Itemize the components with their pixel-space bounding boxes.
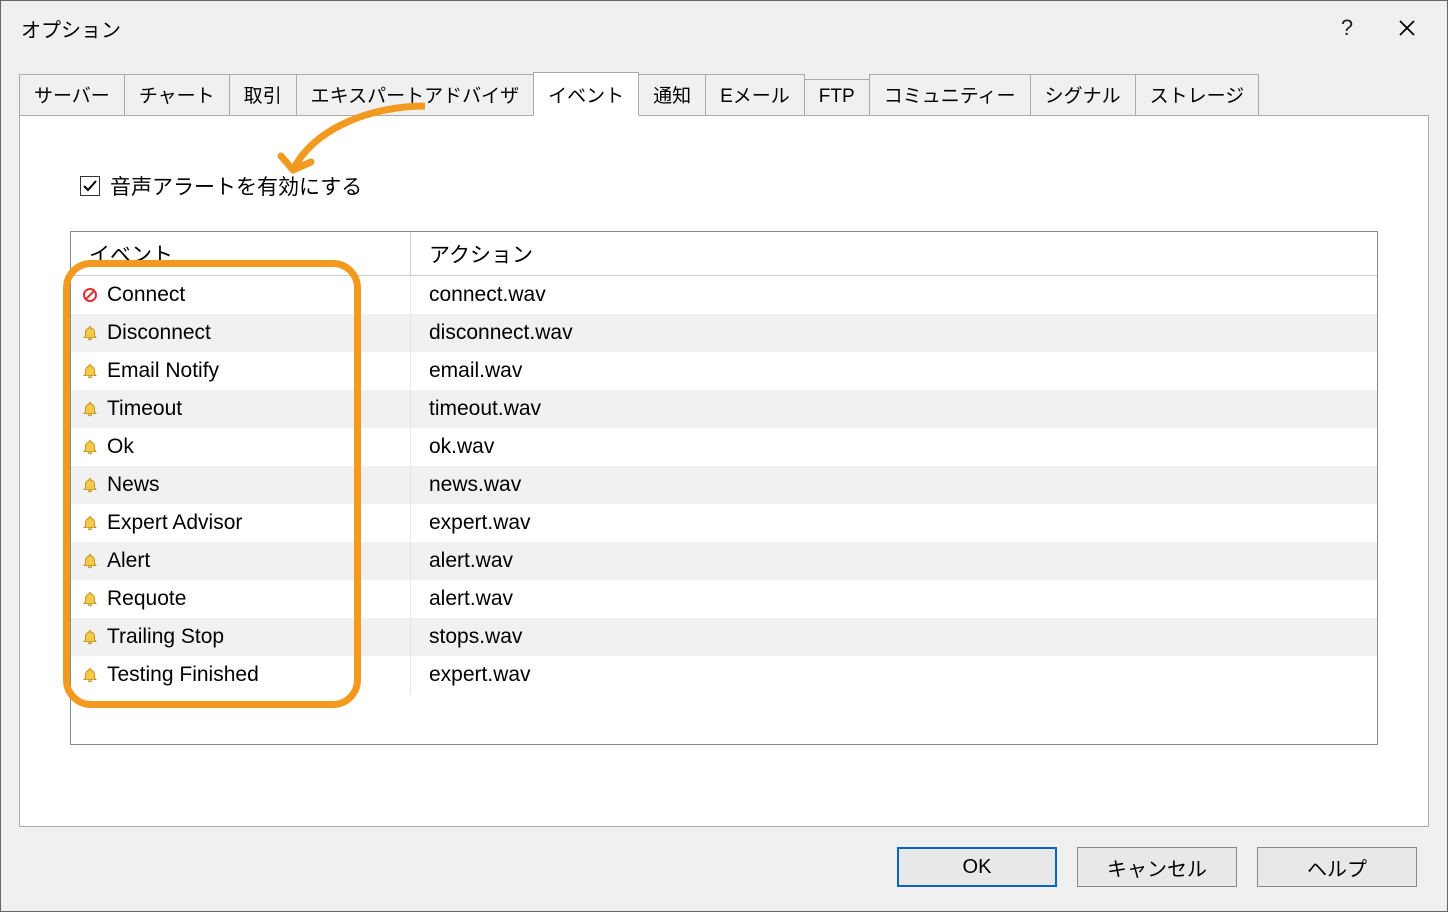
enable-sound-alerts-row[interactable]: 音声アラートを有効にする	[80, 171, 1378, 201]
bell-icon	[81, 628, 99, 646]
event-name: Connect	[107, 283, 185, 307]
enable-sound-alerts-label: 音声アラートを有効にする	[110, 171, 362, 201]
event-name: News	[107, 473, 160, 497]
event-name: Trailing Stop	[107, 625, 224, 649]
tab-9[interactable]: シグナル	[1030, 74, 1136, 115]
action-cell[interactable]: email.wav	[411, 352, 1377, 390]
event-cell[interactable]: Requote	[71, 580, 411, 618]
action-file: alert.wav	[429, 549, 513, 573]
prohibit-icon	[81, 286, 99, 304]
bell-icon	[81, 590, 99, 608]
action-file: stops.wav	[429, 625, 522, 649]
enable-sound-alerts-checkbox[interactable]	[80, 176, 100, 196]
ok-button[interactable]: OK	[897, 847, 1057, 887]
help-button[interactable]: ヘルプ	[1257, 847, 1417, 887]
table-header: イベント アクション	[71, 232, 1377, 276]
tab-0[interactable]: サーバー	[19, 74, 125, 115]
tab-7[interactable]: FTP	[804, 79, 870, 115]
action-file: email.wav	[429, 359, 522, 383]
tab-8[interactable]: コミュニティー	[869, 74, 1031, 115]
tab-3[interactable]: エキスパートアドバイザ	[296, 74, 534, 115]
action-file: ok.wav	[429, 435, 494, 459]
close-icon[interactable]	[1377, 1, 1437, 55]
tab-strip: サーバーチャート取引エキスパートアドバイザイベント通知EメールFTPコミュニティ…	[1, 55, 1447, 115]
table-row[interactable]: Testing Finished expert.wav	[71, 656, 1377, 694]
bell-icon	[81, 552, 99, 570]
tab-panel-events: 音声アラートを有効にする イベント アクション Connect connect.w…	[19, 115, 1429, 827]
table-row[interactable]: Expert Advisor expert.wav	[71, 504, 1377, 542]
action-cell[interactable]: ok.wav	[411, 428, 1377, 466]
event-cell[interactable]: Expert Advisor	[71, 504, 411, 542]
bell-icon	[81, 324, 99, 342]
bell-icon	[81, 514, 99, 532]
event-cell[interactable]: Trailing Stop	[71, 618, 411, 656]
action-file: expert.wav	[429, 511, 531, 535]
event-name: Expert Advisor	[107, 511, 242, 535]
column-header-event[interactable]: イベント	[71, 232, 411, 276]
table-row[interactable]: Email Notify email.wav	[71, 352, 1377, 390]
action-cell[interactable]: alert.wav	[411, 580, 1377, 618]
event-name: Ok	[107, 435, 134, 459]
event-cell[interactable]: Connect	[71, 276, 411, 314]
help-icon[interactable]: ?	[1317, 1, 1377, 55]
event-name: Requote	[107, 587, 186, 611]
tab-5[interactable]: 通知	[638, 74, 706, 115]
table-row[interactable]: Disconnect disconnect.wav	[71, 314, 1377, 352]
column-header-action[interactable]: アクション	[411, 232, 1377, 276]
table-row[interactable]: Timeout timeout.wav	[71, 390, 1377, 428]
event-name: Alert	[107, 549, 150, 573]
action-file: expert.wav	[429, 663, 531, 687]
table-row[interactable]: Trailing Stop stops.wav	[71, 618, 1377, 656]
bell-icon	[81, 666, 99, 684]
event-name: Testing Finished	[107, 663, 259, 687]
event-cell[interactable]: Alert	[71, 542, 411, 580]
event-cell[interactable]: Testing Finished	[71, 656, 411, 694]
action-cell[interactable]: expert.wav	[411, 504, 1377, 542]
action-file: news.wav	[429, 473, 521, 497]
table-row[interactable]: Requote alert.wav	[71, 580, 1377, 618]
event-name: Disconnect	[107, 321, 211, 345]
tab-10[interactable]: ストレージ	[1135, 74, 1260, 115]
tab-1[interactable]: チャート	[124, 74, 230, 115]
bell-icon	[81, 400, 99, 418]
event-cell[interactable]: Email Notify	[71, 352, 411, 390]
table-row[interactable]: News news.wav	[71, 466, 1377, 504]
action-file: disconnect.wav	[429, 321, 573, 345]
tab-6[interactable]: Eメール	[705, 74, 805, 115]
events-table: イベント アクション Connect connect.wav Disconnect d…	[70, 231, 1378, 745]
action-file: connect.wav	[429, 283, 546, 307]
bell-icon	[81, 476, 99, 494]
event-cell[interactable]: Disconnect	[71, 314, 411, 352]
action-cell[interactable]: timeout.wav	[411, 390, 1377, 428]
table-row[interactable]: Connect connect.wav	[71, 276, 1377, 314]
action-file: alert.wav	[429, 587, 513, 611]
window-title: オプション	[21, 14, 1317, 43]
table-body: Connect connect.wav Disconnect disconnect.w…	[71, 276, 1377, 694]
action-cell[interactable]: news.wav	[411, 466, 1377, 504]
cancel-button[interactable]: キャンセル	[1077, 847, 1237, 887]
event-name: Email Notify	[107, 359, 219, 383]
dialog-buttons: OK キャンセル ヘルプ	[1, 827, 1447, 911]
action-cell[interactable]: alert.wav	[411, 542, 1377, 580]
event-cell[interactable]: Ok	[71, 428, 411, 466]
options-dialog: オプション ? サーバーチャート取引エキスパートアドバイザイベント通知EメールF…	[0, 0, 1448, 912]
bell-icon	[81, 438, 99, 456]
action-cell[interactable]: stops.wav	[411, 618, 1377, 656]
event-cell[interactable]: Timeout	[71, 390, 411, 428]
event-name: Timeout	[107, 397, 182, 421]
action-cell[interactable]: connect.wav	[411, 276, 1377, 314]
table-row[interactable]: Alert alert.wav	[71, 542, 1377, 580]
table-row[interactable]: Ok ok.wav	[71, 428, 1377, 466]
action-cell[interactable]: disconnect.wav	[411, 314, 1377, 352]
titlebar: オプション ?	[1, 1, 1447, 55]
action-cell[interactable]: expert.wav	[411, 656, 1377, 694]
action-file: timeout.wav	[429, 397, 541, 421]
table-empty-row	[71, 694, 1377, 744]
tab-4[interactable]: イベント	[533, 72, 639, 116]
event-cell[interactable]: News	[71, 466, 411, 504]
bell-icon	[81, 362, 99, 380]
tab-2[interactable]: 取引	[229, 74, 297, 115]
